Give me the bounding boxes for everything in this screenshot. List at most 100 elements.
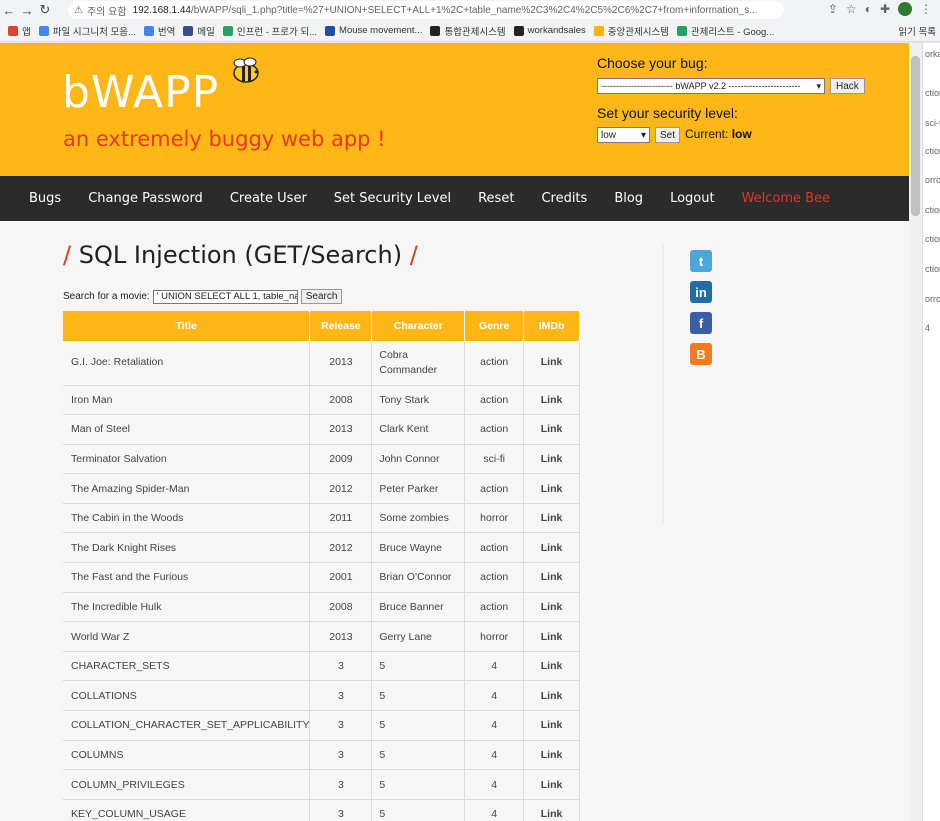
table-cell: 5 bbox=[371, 680, 466, 712]
imdb-link[interactable]: Link bbox=[523, 710, 580, 741]
bookmark-icon bbox=[325, 25, 336, 36]
bookmark-item[interactable]: 메일 bbox=[183, 24, 215, 38]
sidebar-divider bbox=[662, 243, 664, 523]
table-cell: 2008 bbox=[309, 385, 373, 416]
imdb-link[interactable]: Link bbox=[523, 414, 580, 445]
table-cell: 2008 bbox=[309, 592, 373, 623]
imdb-link[interactable]: Link bbox=[523, 651, 580, 682]
side-panel-text: sci-fi bbox=[925, 118, 940, 128]
bookmark-item[interactable]: 인프런 - 프로가 되... bbox=[222, 24, 317, 38]
bookmark-icon bbox=[38, 25, 49, 36]
bookmark-icon bbox=[183, 25, 194, 36]
table-cell: Gerry Lane bbox=[371, 621, 466, 652]
bookmark-icon bbox=[593, 25, 604, 36]
facebook-icon[interactable]: f bbox=[690, 312, 712, 334]
page: bWAPP an extremely buggy web app ! Choos… bbox=[0, 43, 922, 821]
forward-icon[interactable]: → bbox=[18, 3, 36, 18]
table-cell: Cobra Commander bbox=[371, 341, 466, 386]
bookmark-item[interactable]: 관제리스트 - Goog... bbox=[676, 24, 774, 38]
scrollbar-thumb[interactable] bbox=[911, 56, 920, 216]
table-cell: Terminator Salvation bbox=[63, 444, 311, 475]
address-bar[interactable]: ⚠ 주의 요함 192.168.1.44/bWAPP/sqli_1.php?ti… bbox=[68, 1, 784, 19]
nav-item[interactable]: Blog bbox=[614, 191, 643, 206]
table-row: World War Z 2013 Gerry Lane horror Link bbox=[63, 621, 580, 652]
nav-item[interactable]: Set Security Level bbox=[334, 191, 451, 206]
bookmark-item[interactable]: 통합관제시스템 bbox=[430, 24, 506, 38]
table-cell: 5 bbox=[371, 710, 466, 741]
imdb-link[interactable]: Link bbox=[523, 621, 580, 652]
bookmark-item[interactable]: 번역 bbox=[143, 24, 175, 38]
nav-item[interactable]: Create User bbox=[230, 191, 307, 206]
search-form: Search for a movie: ' UNION SELECT ALL 1… bbox=[63, 289, 343, 304]
bookmark-item[interactable]: workandsales bbox=[513, 25, 586, 36]
share-icon[interactable]: ⇪ bbox=[828, 2, 838, 16]
back-icon[interactable]: ← bbox=[0, 3, 18, 18]
reload-icon[interactable]: ↻ bbox=[36, 2, 54, 18]
table-row: COLLATIONS 3 5 4 Link bbox=[63, 680, 580, 712]
side-panel-text: orror bbox=[925, 294, 940, 304]
star-icon[interactable]: ☆ bbox=[846, 2, 857, 16]
profile-avatar[interactable] bbox=[898, 2, 912, 16]
search-input[interactable]: ' UNION SELECT ALL 1, table_name bbox=[152, 289, 298, 304]
nav-item[interactable]: Bugs bbox=[29, 191, 61, 206]
bookmark-label: Mouse movement... bbox=[339, 25, 423, 36]
table-row: Terminator Salvation 2009 John Connor sci-f… bbox=[63, 444, 580, 475]
search-button[interactable]: Search bbox=[300, 289, 343, 304]
search-label: Search for a movie: bbox=[63, 291, 150, 302]
nav-item[interactable]: Reset bbox=[478, 191, 514, 206]
imdb-link[interactable]: Link bbox=[523, 385, 580, 416]
bookmark-item[interactable]: 파일 시그니처 모음... bbox=[38, 24, 136, 38]
imdb-link[interactable]: Link bbox=[523, 769, 580, 800]
imdb-link[interactable]: Link bbox=[523, 680, 580, 712]
imdb-link[interactable]: Link bbox=[523, 532, 580, 564]
side-panel-text: ction bbox=[925, 88, 940, 98]
hack-button[interactable]: Hack bbox=[830, 78, 865, 94]
set-button[interactable]: Set bbox=[655, 127, 681, 143]
bookmark-label: workandsales bbox=[527, 25, 586, 36]
twitter-icon[interactable]: t bbox=[690, 250, 712, 272]
blogger-icon[interactable]: B bbox=[690, 343, 712, 365]
bug-select[interactable]: ------------------------ bWAPP v2.2 ----… bbox=[597, 78, 825, 94]
chevron-down-icon: ▾ bbox=[640, 129, 646, 141]
bookmark-item[interactable]: 앱 bbox=[8, 24, 31, 38]
imdb-link[interactable]: Link bbox=[523, 503, 580, 534]
table-cell: G.I. Joe: Retaliation bbox=[63, 341, 311, 386]
bookmark-label: 중앙관제시스템 bbox=[607, 26, 669, 38]
table-cell: horror bbox=[464, 503, 525, 534]
page-title-text: SQL Injection (GET/Search) bbox=[78, 241, 403, 269]
imdb-link[interactable]: Link bbox=[523, 562, 580, 593]
security-level-value: low bbox=[601, 129, 617, 141]
tagline: an extremely buggy web app ! bbox=[63, 127, 386, 151]
imdb-link[interactable]: Link bbox=[523, 740, 580, 771]
menu-icon[interactable]: ⋮ bbox=[920, 2, 932, 16]
table-cell: 5 bbox=[371, 740, 466, 771]
table-cell: Some zombies bbox=[371, 503, 466, 534]
table-row: The Amazing Spider-Man 2012 Peter Parker ac… bbox=[63, 473, 580, 504]
table-cell: Tony Stark bbox=[371, 385, 466, 416]
security-level-select[interactable]: low ▾ bbox=[597, 127, 650, 143]
imdb-link[interactable]: Link bbox=[523, 799, 580, 821]
linkedin-icon[interactable]: in bbox=[690, 281, 712, 303]
bookmark-icon bbox=[513, 25, 524, 36]
reading-list[interactable]: 읽기 목록 bbox=[898, 24, 936, 38]
table-cell: 2011 bbox=[309, 503, 373, 534]
nav-item[interactable]: Change Password bbox=[88, 191, 203, 206]
imdb-link[interactable]: Link bbox=[523, 341, 580, 386]
puzzle-icon[interactable]: ✚ bbox=[880, 2, 890, 16]
bookmark-item[interactable]: 중앙관제시스템 bbox=[593, 24, 669, 38]
extension-icon[interactable]: ◐ bbox=[865, 2, 872, 16]
table-row: COLUMNS 3 5 4 Link bbox=[63, 740, 580, 771]
column-header: IMDb bbox=[523, 311, 580, 341]
main-nav: Bugs Change Password Create User Set Securi… bbox=[0, 176, 922, 221]
table-cell: 3 bbox=[309, 769, 373, 800]
nav-item[interactable]: Logout bbox=[670, 191, 715, 206]
table-cell: Brian O'Connor bbox=[371, 562, 466, 593]
table-cell: action bbox=[464, 592, 525, 623]
imdb-link[interactable]: Link bbox=[523, 592, 580, 623]
page-title: / SQL Injection (GET/Search) / bbox=[63, 241, 418, 269]
imdb-link[interactable]: Link bbox=[523, 444, 580, 475]
bookmark-icon bbox=[676, 25, 687, 36]
imdb-link[interactable]: Link bbox=[523, 473, 580, 504]
nav-item[interactable]: Credits bbox=[541, 191, 587, 206]
bookmark-item[interactable]: Mouse movement... bbox=[325, 25, 422, 36]
